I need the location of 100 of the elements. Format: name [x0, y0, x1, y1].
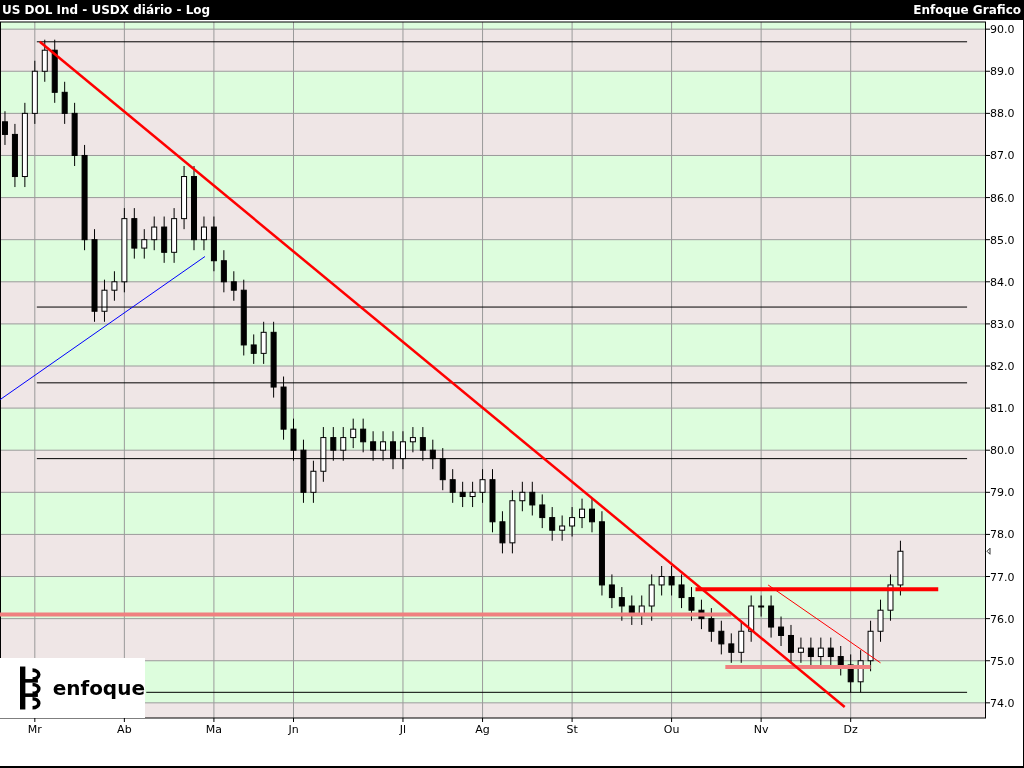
tick-mark: [293, 717, 294, 723]
candlestick: [698, 599, 705, 630]
candlestick: [529, 481, 536, 516]
tick-mark: [984, 112, 991, 114]
candlestick: [668, 565, 675, 596]
axis-label: Nv: [753, 723, 769, 736]
candlestick: [827, 637, 834, 668]
axis-label: 77.0: [990, 570, 1015, 584]
candlestick: [449, 468, 456, 504]
axis-label: St: [566, 723, 578, 736]
tick-mark: [984, 239, 991, 241]
axis-label: 80.0: [990, 444, 1015, 458]
candlestick: [459, 481, 466, 508]
candlestick: [230, 270, 237, 302]
candlestick: [41, 39, 48, 83]
candlestick: [579, 498, 586, 529]
candlestick: [867, 620, 874, 672]
candlestick: [628, 594, 635, 626]
candlestick: [489, 468, 496, 533]
candlestick: [469, 481, 476, 508]
candlestick: [380, 430, 387, 462]
candlestick: [788, 624, 794, 664]
candlestick: [1, 110, 8, 146]
axis-label: 79.0: [990, 486, 1015, 500]
candlestick: [857, 649, 864, 693]
candlestick: [559, 514, 566, 542]
axis-label: 89.0: [990, 65, 1015, 79]
tick-mark: [984, 660, 991, 662]
candlestick: [569, 506, 576, 538]
candlestick: [310, 460, 317, 504]
axis-label: 78.0: [990, 528, 1015, 542]
candlestick: [51, 39, 58, 104]
candlestick: [638, 594, 645, 626]
candlestick: [171, 207, 178, 264]
axis-label: 74.0: [990, 696, 1015, 710]
axis-label: Dz: [843, 723, 858, 736]
tick-mark: [984, 576, 991, 578]
tick-mark: [984, 70, 991, 72]
logo-text: enfoque: [52, 676, 145, 700]
candlestick: [399, 430, 406, 470]
candlestick: [439, 447, 446, 491]
candlestick: [300, 439, 307, 504]
candlestick: [350, 418, 357, 449]
axis-label: Ou: [663, 723, 680, 736]
candlestick: [509, 489, 516, 554]
candlestick: [479, 468, 486, 504]
candlestick: [429, 439, 436, 470]
candlestick: [708, 607, 715, 643]
candlestick: [370, 430, 377, 462]
chart-title: US DOL Ind - USDX diário - Log: [2, 3, 211, 17]
axis-label: Jl: [399, 723, 407, 736]
candlestick: [519, 481, 526, 512]
axis-label: 85.0: [990, 233, 1015, 247]
tick-mark: [984, 702, 991, 704]
candlestick: [887, 573, 894, 622]
tick-mark: [984, 491, 991, 493]
candlestick: [71, 102, 78, 167]
tick-mark: [984, 154, 991, 156]
candlestick: [817, 637, 824, 668]
candlestick: [539, 493, 546, 529]
candlestick: [11, 123, 18, 188]
candlestick: [807, 637, 814, 668]
axis-label: 90.0: [990, 23, 1015, 37]
candlestick: [589, 498, 595, 533]
candlestick: [360, 418, 367, 453]
candlestick: [31, 60, 38, 125]
candlestick: [608, 573, 615, 609]
candlestick: [210, 216, 217, 272]
candlestick: [200, 216, 207, 251]
axis-label: 87.0: [990, 149, 1015, 163]
candlestick: [330, 426, 337, 462]
axis-label: 84.0: [990, 275, 1015, 289]
tick-mark: [213, 717, 215, 723]
axis-label: Mr: [27, 723, 42, 736]
candlestick: [718, 620, 725, 655]
candlestick: [797, 637, 804, 664]
tick-mark: [984, 28, 991, 30]
candlestick: [688, 586, 695, 622]
tick-mark: [123, 717, 125, 723]
candlestick: [250, 333, 257, 365]
candlestick: [499, 510, 506, 554]
candlestick: [837, 645, 844, 676]
candlestick: [290, 418, 297, 462]
candlestick: [847, 653, 854, 693]
price-marker-icon: [986, 547, 991, 555]
candlestick: [728, 632, 735, 664]
axis-label: 86.0: [990, 191, 1015, 205]
candlestick: [340, 426, 347, 462]
candlestick: [151, 216, 158, 251]
candlestick: [131, 207, 138, 260]
tick-mark: [402, 717, 404, 723]
tick-mark: [984, 407, 991, 409]
candlestick: [678, 573, 685, 609]
candlestick: [141, 228, 148, 260]
tick-mark: [760, 717, 762, 723]
axis-label: 88.0: [990, 107, 1015, 121]
candlestick: [111, 270, 118, 302]
candlestick: [897, 540, 904, 596]
tick-mark: [850, 717, 852, 723]
tick-mark: [984, 449, 991, 451]
